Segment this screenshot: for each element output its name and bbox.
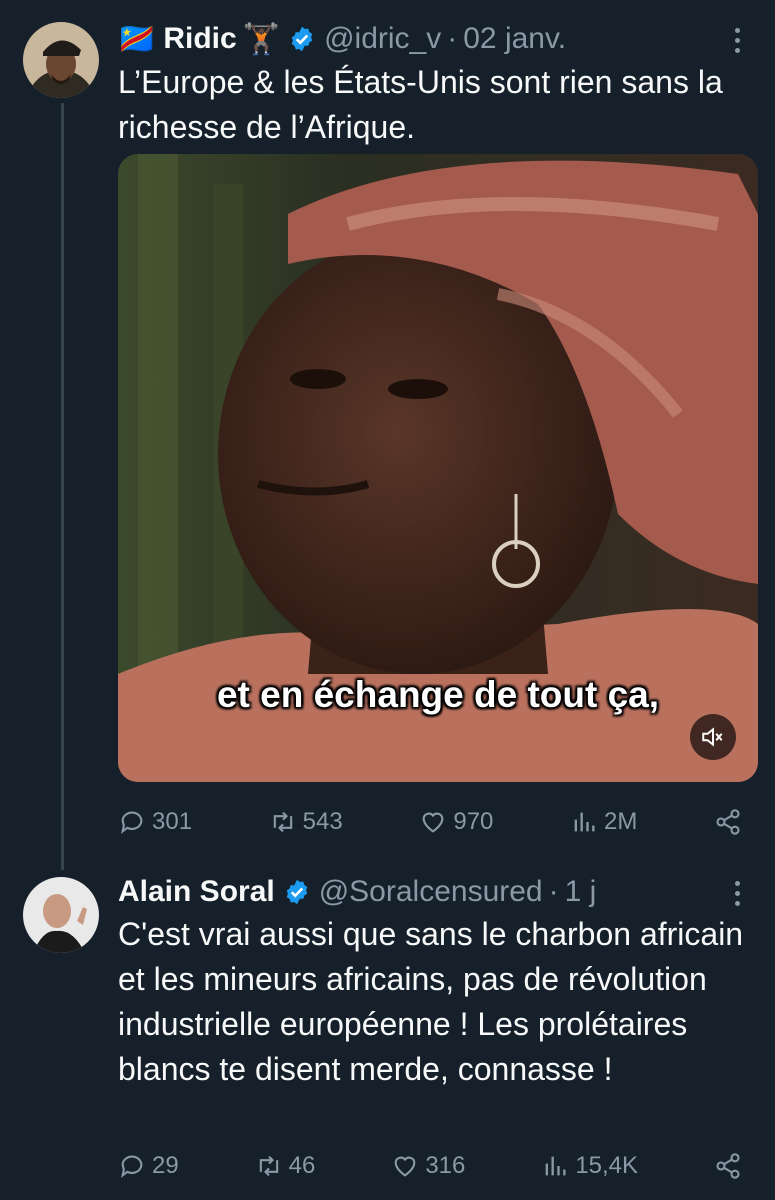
views-button[interactable]: 2M — [570, 808, 637, 836]
share-button[interactable] — [714, 808, 742, 836]
author-name[interactable]: Alain Soral — [118, 875, 275, 909]
video-caption: et en échange de tout ça, — [216, 674, 660, 715]
tweet-actions: 29 46 316 15,4K — [118, 1146, 742, 1186]
views-icon — [545, 1156, 566, 1176]
share-icon — [716, 809, 740, 835]
author-name[interactable]: Ridic — [163, 22, 236, 56]
tweet-actions: 301 543 970 2M — [118, 802, 742, 842]
mute-icon[interactable] — [690, 714, 736, 760]
retweet-button[interactable]: 543 — [269, 808, 343, 836]
tweet-text: C'est vrai aussi que sans le charbon afr… — [118, 916, 744, 1087]
share-icon — [716, 1153, 740, 1179]
verified-badge-icon[interactable] — [283, 878, 311, 906]
more-icon[interactable] — [723, 20, 751, 60]
views-button[interactable]: 15,4K — [541, 1152, 638, 1180]
avatar-ridic[interactable] — [23, 22, 99, 98]
reply-count: 29 — [152, 1152, 179, 1179]
heart-icon — [394, 1156, 416, 1177]
tweet-date[interactable]: 02 janv. — [463, 22, 566, 56]
retweet-count: 46 — [288, 1152, 316, 1179]
views-count: 2M — [604, 808, 638, 835]
tweet-alain-soral[interactable]: Alain Soral @Soralcensured · 1 j C'est v… — [0, 860, 775, 1200]
avatar-alain-soral[interactable] — [23, 877, 99, 953]
like-count: 970 — [453, 808, 494, 835]
reply-button[interactable]: 29 — [118, 1152, 179, 1180]
tweet-date[interactable]: 1 j — [565, 875, 597, 909]
author-handle[interactable]: @idric_v — [324, 22, 441, 56]
separator-dot: · — [447, 22, 458, 55]
share-button[interactable] — [714, 1152, 742, 1180]
retweet-icon — [259, 1155, 278, 1177]
weightlifter-emoji-icon: 🏋🏿 — [242, 22, 281, 56]
author-handle[interactable]: @Soralcensured — [319, 875, 543, 909]
more-icon[interactable] — [723, 873, 751, 913]
views-icon — [574, 812, 595, 832]
flag-icon: 🇨🇩 — [118, 22, 156, 56]
retweet-icon — [273, 811, 292, 833]
reply-icon — [121, 1155, 143, 1178]
tweet-header: Alain Soral @Soralcensured · 1 j — [118, 870, 596, 914]
retweet-button[interactable]: 46 — [255, 1152, 316, 1180]
heart-icon — [422, 812, 444, 833]
verified-badge-icon[interactable] — [288, 25, 316, 53]
tweet-ridic[interactable]: 🇨🇩 Ridic 🏋🏿 @idric_v · 02 janv. L’Europe… — [0, 0, 775, 860]
retweet-count: 543 — [302, 808, 343, 835]
tweet-text: L’Europe & les États-Unis sont rien sans… — [118, 64, 723, 145]
tweet-video[interactable]: et en échange de tout ça, — [118, 154, 758, 782]
views-count: 15,4K — [575, 1152, 639, 1179]
reply-count: 301 — [152, 808, 193, 835]
reply-button[interactable]: 301 — [118, 808, 192, 836]
like-button[interactable]: 316 — [391, 1152, 465, 1180]
separator-dot: · — [548, 875, 559, 908]
like-button[interactable]: 970 — [419, 808, 493, 836]
like-count: 316 — [425, 1152, 466, 1179]
reply-icon — [121, 811, 143, 834]
tweet-header: 🇨🇩 Ridic 🏋🏿 @idric_v · 02 janv. — [118, 17, 566, 61]
